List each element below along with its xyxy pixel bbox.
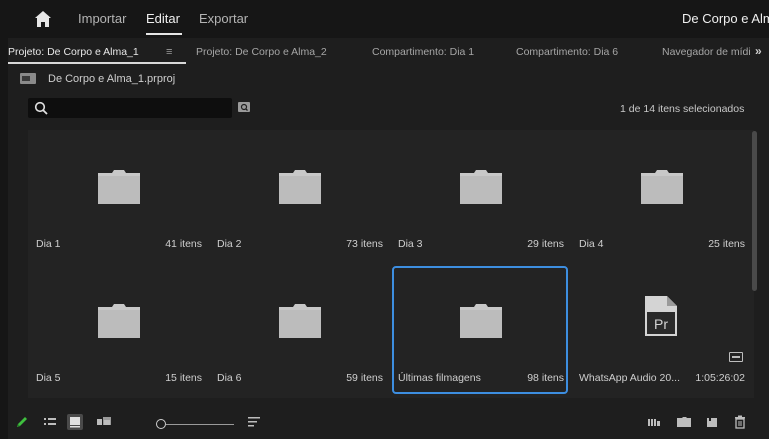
bin-item-count: 25 itens	[708, 238, 745, 250]
panel-menu-icon[interactable]: ≡	[166, 46, 172, 58]
active-tab-indicator	[8, 62, 186, 64]
list-view-icon[interactable]	[42, 414, 58, 430]
bin-item[interactable]: Dia 5 15 itens	[30, 266, 206, 394]
project-file-icon	[20, 73, 36, 84]
bin-item-count: 29 itens	[527, 238, 564, 250]
project-file-row: De Corpo e Alma_1.prproj	[8, 66, 769, 92]
menu-importar[interactable]: Importar	[78, 11, 126, 26]
bin-name: Dia 4	[579, 238, 604, 250]
bin-name: Dia 5	[36, 372, 61, 384]
bin-item-selected[interactable]: Últimas filmagens 98 itens	[392, 266, 568, 394]
bin-name: Dia 3	[398, 238, 423, 250]
new-bin-icon[interactable]	[676, 414, 692, 430]
sort-icon[interactable]	[246, 414, 262, 430]
new-item-icon[interactable]	[704, 414, 720, 430]
menu-editar[interactable]: Editar	[146, 11, 180, 26]
sequence-item[interactable]: Pr WhatsApp Audio 20... 1:05:26:02	[573, 266, 749, 394]
bin-item-count: 73 itens	[346, 238, 383, 250]
icon-view-icon[interactable]	[67, 414, 83, 430]
folder-icon	[98, 170, 140, 204]
menu-exportar[interactable]: Exportar	[199, 11, 248, 26]
bin-item-count: 98 itens	[527, 372, 564, 384]
bin-name: Dia 2	[217, 238, 242, 250]
bin-item[interactable]: Dia 6 59 itens	[211, 266, 387, 394]
folder-icon	[460, 304, 502, 338]
pencil-icon[interactable]	[14, 414, 30, 430]
bin-item[interactable]: Dia 1 41 itens	[30, 132, 206, 260]
project-panel: Projeto: De Corpo e Alma_1 ≡ Projeto: De…	[8, 38, 769, 439]
panel-tab-bar: Projeto: De Corpo e Alma_1 ≡ Projeto: De…	[8, 38, 769, 66]
folder-icon	[641, 170, 683, 204]
bin-name: Últimas filmagens	[398, 372, 481, 384]
folder-icon	[279, 304, 321, 338]
bin-item[interactable]: Dia 3 29 itens	[392, 132, 568, 260]
find-filter-icon[interactable]	[237, 100, 251, 114]
tab-project-1[interactable]: Projeto: De Corpo e Alma_1	[8, 46, 139, 58]
bin-item[interactable]: Dia 2 73 itens	[211, 132, 387, 260]
bin-item-count: 59 itens	[346, 372, 383, 384]
bin-item-count: 41 itens	[165, 238, 202, 250]
sequence-badge-icon	[729, 352, 743, 362]
home-icon[interactable]	[34, 10, 52, 28]
folder-icon	[279, 170, 321, 204]
tab-project-2[interactable]: Projeto: De Corpo e Alma_2	[196, 46, 327, 58]
automate-to-sequence-icon[interactable]	[646, 414, 662, 430]
zoom-slider-knob[interactable]	[156, 419, 166, 429]
search-icon	[34, 101, 48, 115]
trash-icon[interactable]	[732, 414, 748, 430]
zoom-slider[interactable]	[166, 424, 234, 425]
panel-bottom-toolbar	[8, 408, 769, 439]
selection-count: 1 de 14 itens selecionados	[620, 103, 745, 115]
project-filename: De Corpo e Alma_1.prproj	[48, 73, 176, 85]
tab-bin-dia-6[interactable]: Compartimento: Dia 6	[516, 46, 618, 58]
vertical-scrollbar[interactable]	[752, 131, 757, 291]
more-tabs-icon[interactable]: »	[755, 44, 762, 58]
bin-name: Dia 6	[217, 372, 242, 384]
top-menu-bar: Importar Editar Exportar De Corpo e Alma	[0, 0, 769, 38]
pr-label: Pr	[654, 316, 668, 332]
sequence-name: WhatsApp Audio 20...	[579, 372, 680, 384]
bin-name: Dia 1	[36, 238, 61, 250]
search-input[interactable]	[28, 98, 232, 118]
sequence-duration: 1:05:26:02	[695, 372, 745, 384]
folder-icon	[460, 170, 502, 204]
tab-bin-dia-1[interactable]: Compartimento: Dia 1	[372, 46, 474, 58]
freeform-view-icon[interactable]	[96, 414, 112, 430]
bin-item[interactable]: Dia 4 25 itens	[573, 132, 749, 260]
bin-grid: Dia 1 41 itens Dia 2 73 itens Dia 3 29 i…	[28, 130, 754, 398]
active-menu-indicator	[146, 33, 182, 35]
premiere-sequence-icon: Pr	[645, 296, 677, 336]
document-title: De Corpo e Alma	[682, 11, 769, 26]
tab-media-browser[interactable]: Navegador de mídi	[662, 46, 751, 58]
folder-icon	[98, 304, 140, 338]
bin-item-count: 15 itens	[165, 372, 202, 384]
